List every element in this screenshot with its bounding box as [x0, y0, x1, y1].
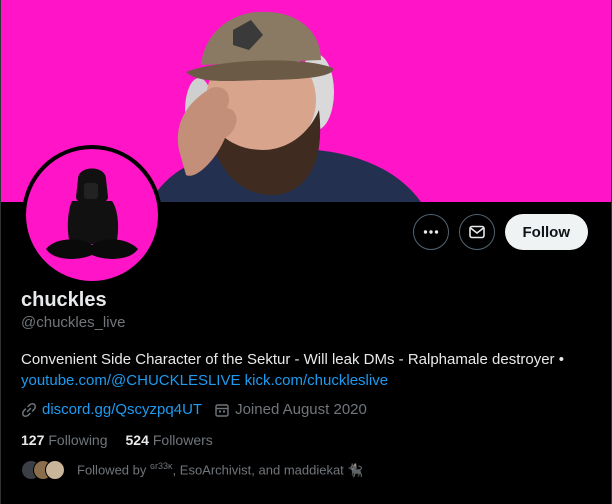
followed-by-rest: , EsoArchivist, and maddiekat 🐈‍⬛ [172, 462, 364, 478]
avatar-image [26, 149, 158, 281]
bio-text: Convenient Side Character of the Sektur … [21, 351, 564, 368]
message-button[interactable] [458, 214, 495, 250]
following-stat[interactable]: 127 Following [21, 432, 108, 448]
followed-by[interactable]: Followed by ɢr33ᴋ, EsoArchivist, and mad… [21, 460, 364, 480]
profile-stats: 127 Following 524 Followers [21, 432, 231, 448]
profile-meta: discord.gg/Qscyzpq4UT Joined August 2020 [21, 401, 379, 418]
more-icon [423, 230, 438, 234]
follower-avatar [45, 460, 65, 480]
link-icon [22, 402, 36, 417]
profile-avatar[interactable] [22, 145, 162, 285]
profile-actions: Follow [412, 214, 588, 250]
website-link[interactable]: discord.gg/Qscyzpq4UT [42, 401, 202, 418]
following-label: Following [48, 432, 108, 448]
followers-count: 524 [125, 432, 149, 448]
calendar-icon [215, 403, 229, 417]
profile-bio: Convenient Side Character of the Sektur … [21, 349, 601, 391]
joined-date: Joined August 2020 [235, 401, 367, 418]
bio-link-kick[interactable]: kick.com/chuckleslive [245, 372, 388, 389]
bio-link-youtube[interactable]: youtube.com/@CHUCKLESLIVE [21, 372, 241, 389]
followers-label: Followers [152, 432, 213, 448]
profile-handle: @chuckles_live [21, 314, 126, 331]
followed-by-avatars [21, 460, 65, 480]
hooded-figure-icon [46, 168, 138, 259]
followed-by-prefix: Followed by [77, 462, 147, 478]
follow-button[interactable]: Follow [504, 214, 588, 250]
followers-stat[interactable]: 524 Followers [126, 432, 213, 448]
more-button[interactable] [412, 214, 449, 250]
profile-name: chuckles [21, 289, 107, 311]
following-count: 127 [21, 432, 45, 448]
followed-by-sup: ɢr33ᴋ [150, 461, 173, 472]
envelope-icon [468, 225, 485, 239]
